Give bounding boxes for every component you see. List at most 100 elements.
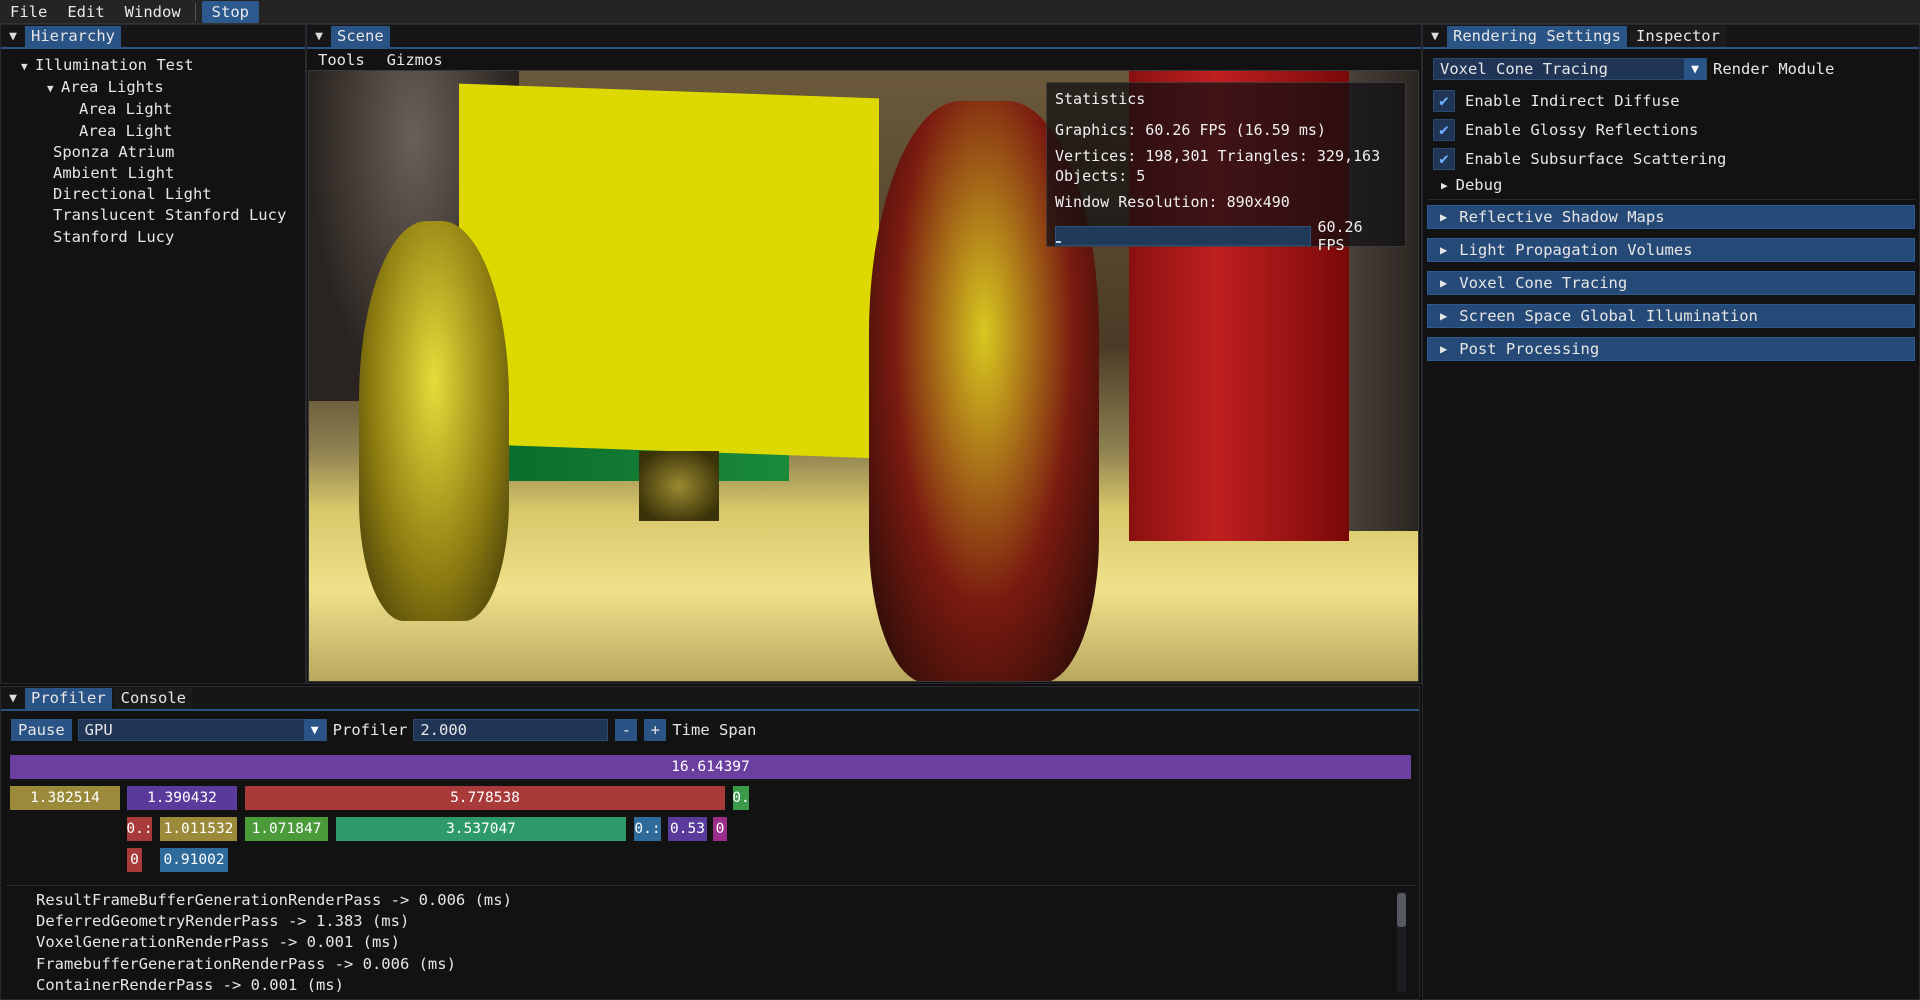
collapsing-header[interactable]: ▶ Light Propagation Volumes: [1427, 238, 1915, 262]
tools-menu[interactable]: Tools: [307, 51, 376, 69]
debug-tree-node[interactable]: ▶ Debug: [1441, 175, 1919, 195]
stats-objects: Objects: 5: [1055, 167, 1146, 185]
flame-bar[interactable]: 0: [127, 848, 142, 872]
chevron-down-icon[interactable]: ▼: [21, 56, 35, 77]
collapse-icon[interactable]: ▼: [1, 29, 25, 44]
profiler-controls: Pause GPU ▼ Profiler 2.000 - + Time Span: [11, 719, 1419, 741]
collapsing-header[interactable]: ▶ Screen Space Global Illumination: [1427, 304, 1915, 328]
statistics-overlay: Statistics Graphics: 60.26 FPS (16.59 ms…: [1046, 82, 1406, 254]
viewport-urn: [639, 451, 719, 521]
collapse-icon[interactable]: ▼: [307, 29, 331, 44]
log-line: DeferredGeometryRenderPass -> 1.383 (ms): [36, 912, 410, 931]
flame-bar[interactable]: 0.53: [668, 817, 707, 841]
flame-bar[interactable]: 16.614397: [10, 755, 1411, 779]
stats-resolution: Window Resolution: 890x490: [1055, 193, 1290, 211]
chevron-down-icon[interactable]: ▼: [1684, 58, 1706, 80]
log-scrollbar-thumb[interactable]: [1397, 893, 1406, 927]
log-line: ResultFrameBufferGenerationRenderPass ->…: [36, 891, 512, 909]
fps-graph-fill: [1056, 241, 1062, 243]
hierarchy-node[interactable]: Translucent Stanford Lucy: [1, 205, 305, 226]
flame-bar[interactable]: 0: [713, 817, 727, 841]
hierarchy-node-label: Directional Light: [53, 185, 212, 204]
log-line: ContainerRenderPass -> 0.001 (ms): [36, 975, 344, 994]
render-module-value: Voxel Cone Tracing: [1440, 60, 1608, 78]
expand-arrow-icon: ▶: [1440, 276, 1448, 290]
tab-profiler[interactable]: Profiler: [25, 687, 112, 709]
hierarchy-node-label: Ambient Light: [53, 164, 175, 183]
flame-bar[interactable]: 3.537047: [336, 817, 626, 841]
collapsing-header-label: Light Propagation Volumes: [1459, 241, 1693, 259]
render-module-select[interactable]: Voxel Cone Tracing ▼: [1433, 58, 1707, 80]
hierarchy-node[interactable]: Directional Light: [1, 184, 305, 205]
hierarchy-node[interactable]: Area Light: [1, 121, 305, 142]
stop-button[interactable]: Stop: [201, 0, 259, 23]
checkbox-row[interactable]: ✔ Enable Glossy Reflections: [1433, 115, 1919, 144]
menu-window[interactable]: Window: [115, 1, 191, 23]
flame-bar[interactable]: 0.:: [127, 817, 152, 841]
menu-bar: File Edit Window Stop: [0, 0, 1920, 24]
flame-bar[interactable]: 0.91002: [160, 848, 228, 872]
collapsing-header[interactable]: ▶ Voxel Cone Tracing: [1427, 271, 1915, 295]
hierarchy-node-label: Sponza Atrium: [53, 142, 175, 161]
render-module-label: Render Module: [1713, 60, 1835, 78]
profiler-tabbar: ▼ Profiler Console: [1, 687, 1419, 711]
tab-hierarchy[interactable]: Hierarchy: [25, 25, 121, 47]
checkbox[interactable]: ✔: [1433, 89, 1455, 112]
menu-file[interactable]: File: [0, 1, 57, 23]
flame-bar[interactable]: 0.:: [634, 817, 661, 841]
expand-arrow-icon: ▶: [1440, 309, 1448, 323]
rendering-settings-panel: ▼ Rendering Settings Inspector Voxel Con…: [1422, 24, 1920, 1000]
checkbox-row[interactable]: ✔ Enable Indirect Diffuse: [1433, 86, 1919, 115]
collapsing-header-label: Voxel Cone Tracing: [1459, 274, 1628, 292]
expand-arrow-icon: ▶: [1440, 243, 1448, 257]
hierarchy-tabbar: ▼ Hierarchy: [1, 25, 305, 49]
collapsing-header[interactable]: ▶ Reflective Shadow Maps: [1427, 205, 1915, 229]
collapsing-header-label: Post Processing: [1459, 340, 1600, 358]
collapse-icon[interactable]: ▼: [1423, 29, 1447, 44]
tab-inspector[interactable]: Inspector: [1629, 25, 1726, 47]
hierarchy-node[interactable]: Sponza Atrium: [1, 142, 305, 163]
tab-rendering-settings[interactable]: Rendering Settings: [1447, 25, 1627, 47]
flame-bar[interactable]: 1.382514: [10, 786, 120, 810]
hierarchy-panel: ▼ Hierarchy ▼ Illumination Test ▼ Area Ligh…: [0, 24, 306, 684]
settings-checkboxes: ✔ Enable Indirect Diffuse ✔ Enable Glossy R…: [1433, 86, 1919, 173]
pause-button[interactable]: Pause: [11, 719, 72, 741]
render-module-row: Voxel Cone Tracing ▼ Render Module: [1433, 58, 1919, 80]
hierarchy-node[interactable]: Area Light: [1, 99, 305, 120]
checkbox-row[interactable]: ✔ Enable Subsurface Scattering: [1433, 144, 1919, 173]
flame-bar[interactable]: 1.011532: [160, 817, 237, 841]
device-select[interactable]: GPU ▼: [77, 719, 327, 741]
hierarchy-node[interactable]: Ambient Light: [1, 163, 305, 184]
increase-button[interactable]: +: [644, 719, 667, 741]
profiler-log: ResultFrameBufferGenerationRenderPass ->…: [6, 885, 1416, 1000]
hierarchy-node-label: Area Light: [79, 121, 173, 140]
fps-graph-track: [1055, 226, 1312, 246]
settings-headers: ▶ Reflective Shadow Maps ▶ Light Propagatio…: [1423, 205, 1919, 361]
hierarchy-node[interactable]: ▼ Area Lights: [1, 77, 305, 99]
time-span-input[interactable]: 2.000: [413, 719, 609, 741]
device-value: GPU: [84, 721, 113, 739]
flame-bar[interactable]: 1.071847: [245, 817, 328, 841]
flame-bar[interactable]: 1.390432: [127, 786, 237, 810]
stats-title: Statistics: [1055, 90, 1146, 108]
gizmos-menu[interactable]: Gizmos: [376, 51, 454, 69]
flame-bar[interactable]: 5.778538: [245, 786, 725, 810]
collapse-icon[interactable]: ▼: [1, 691, 25, 706]
collapsing-header[interactable]: ▶ Post Processing: [1427, 337, 1915, 361]
checkbox[interactable]: ✔: [1433, 147, 1455, 170]
settings-tabbar: ▼ Rendering Settings Inspector: [1423, 25, 1919, 49]
chevron-down-icon[interactable]: ▼: [47, 78, 61, 99]
decrease-button[interactable]: -: [615, 719, 638, 741]
chevron-down-icon[interactable]: ▼: [303, 719, 326, 741]
flame-bar[interactable]: 0.: [733, 786, 749, 810]
debug-label: Debug: [1455, 176, 1503, 194]
menu-edit[interactable]: Edit: [57, 1, 114, 23]
expand-arrow-icon: ▶: [1441, 178, 1448, 192]
hierarchy-node[interactable]: ▼ Illumination Test: [1, 55, 305, 77]
stats-graphics: Graphics: 60.26 FPS (16.59 ms): [1055, 121, 1326, 139]
fps-graph: 60.26 FPS: [1055, 218, 1397, 254]
tab-console[interactable]: Console: [114, 687, 192, 709]
hierarchy-node[interactable]: Stanford Lucy: [1, 227, 305, 248]
checkbox[interactable]: ✔: [1433, 118, 1455, 141]
tab-scene[interactable]: Scene: [331, 25, 390, 47]
